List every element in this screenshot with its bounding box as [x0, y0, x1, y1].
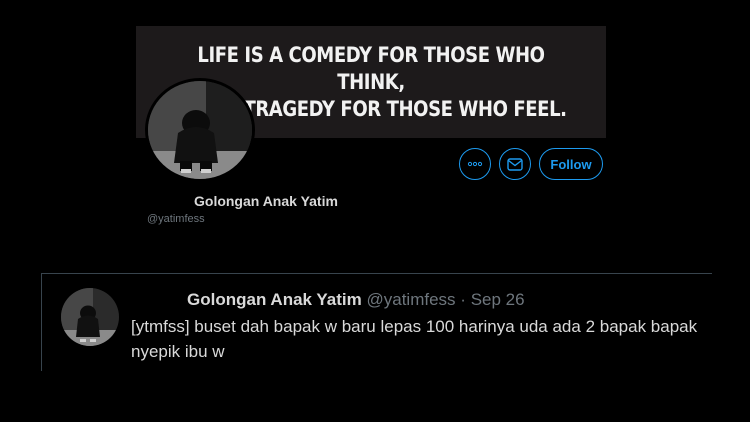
- tweet-text: [ytmfss] buset dah bapak w baru lepas 10…: [131, 317, 698, 361]
- profile-name: Golongan Anak Yatim: [194, 193, 338, 209]
- follow-button[interactable]: Follow: [539, 148, 603, 180]
- tweet-handle[interactable]: @yatimfess: [367, 290, 456, 309]
- more-icon: [467, 161, 483, 167]
- tweet-border: [41, 273, 42, 371]
- tweet-avatar-photo: [61, 288, 119, 346]
- tweet-author[interactable]: Golongan Anak Yatim: [187, 290, 362, 309]
- tweet-date[interactable]: Sep 26: [471, 290, 525, 309]
- tweet-avatar[interactable]: [61, 288, 119, 346]
- message-button[interactable]: [499, 148, 531, 180]
- tweet-divider: [41, 273, 712, 274]
- profile-avatar[interactable]: [145, 78, 255, 182]
- tweet-header: Golongan Anak Yatim @yatimfess · Sep 26: [187, 290, 525, 310]
- envelope-icon: [507, 157, 523, 171]
- more-options-button[interactable]: [459, 148, 491, 180]
- profile-handle: @yatimfess: [147, 213, 205, 225]
- tweet-separator: ·: [460, 290, 466, 309]
- avatar-photo: [148, 81, 252, 179]
